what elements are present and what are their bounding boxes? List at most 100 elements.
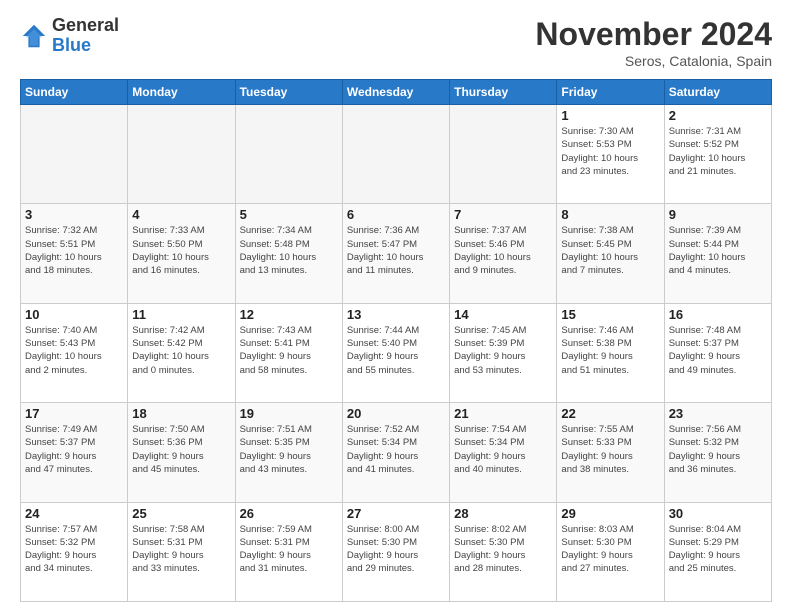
day-info: Sunrise: 7:49 AM Sunset: 5:37 PM Dayligh…: [25, 423, 123, 476]
calendar-day-cell: 2 Sunrise: 7:31 AM Sunset: 5:52 PM Daylig…: [664, 105, 771, 204]
logo-icon: [20, 22, 48, 50]
day-info: Sunrise: 7:52 AM Sunset: 5:34 PM Dayligh…: [347, 423, 445, 476]
calendar-day-cell: 6 Sunrise: 7:36 AM Sunset: 5:47 PM Daylig…: [342, 204, 449, 303]
day-info: Sunrise: 7:57 AM Sunset: 5:32 PM Dayligh…: [25, 523, 123, 576]
day-info: Sunrise: 7:56 AM Sunset: 5:32 PM Dayligh…: [669, 423, 767, 476]
calendar-day-cell: [235, 105, 342, 204]
calendar-day-cell: [21, 105, 128, 204]
calendar-day-cell: 9 Sunrise: 7:39 AM Sunset: 5:44 PM Daylig…: [664, 204, 771, 303]
day-info: Sunrise: 7:40 AM Sunset: 5:43 PM Dayligh…: [25, 324, 123, 377]
calendar-day-cell: 1Sunrise: 7:30 AM Sunset: 5:53 PM Daylig…: [557, 105, 664, 204]
calendar-day-cell: 29 Sunrise: 8:03 AM Sunset: 5:30 PM Dayli…: [557, 502, 664, 601]
day-number: 22: [561, 406, 659, 421]
weekday-header-cell: Saturday: [664, 80, 771, 105]
day-info: Sunrise: 8:00 AM Sunset: 5:30 PM Dayligh…: [347, 523, 445, 576]
day-number: 7: [454, 207, 552, 222]
day-number: 17: [25, 406, 123, 421]
calendar-week-row: 24 Sunrise: 7:57 AM Sunset: 5:32 PM Dayli…: [21, 502, 772, 601]
day-number: 24: [25, 506, 123, 521]
calendar-week-row: 10 Sunrise: 7:40 AM Sunset: 5:43 PM Dayli…: [21, 303, 772, 402]
day-info: Sunrise: 7:48 AM Sunset: 5:37 PM Dayligh…: [669, 324, 767, 377]
day-info: Sunrise: 7:39 AM Sunset: 5:44 PM Dayligh…: [669, 224, 767, 277]
day-number: 21: [454, 406, 552, 421]
day-number: 4: [132, 207, 230, 222]
calendar-day-cell: 25Sunrise: 7:58 AM Sunset: 5:31 PM Dayli…: [128, 502, 235, 601]
calendar-day-cell: [128, 105, 235, 204]
day-number: 6: [347, 207, 445, 222]
day-number: 15: [561, 307, 659, 322]
calendar-day-cell: 21 Sunrise: 7:54 AM Sunset: 5:34 PM Dayli…: [450, 403, 557, 502]
day-number: 23: [669, 406, 767, 421]
day-number: 5: [240, 207, 338, 222]
day-info: Sunrise: 7:55 AM Sunset: 5:33 PM Dayligh…: [561, 423, 659, 476]
weekday-header-cell: Wednesday: [342, 80, 449, 105]
logo: General Blue: [20, 16, 119, 56]
day-number: 14: [454, 307, 552, 322]
header: General Blue November 2024 Seros, Catalo…: [20, 16, 772, 69]
day-number: 20: [347, 406, 445, 421]
weekday-header-cell: Monday: [128, 80, 235, 105]
day-number: 18: [132, 406, 230, 421]
calendar-day-cell: 18Sunrise: 7:50 AM Sunset: 5:36 PM Dayli…: [128, 403, 235, 502]
day-info: Sunrise: 7:31 AM Sunset: 5:52 PM Dayligh…: [669, 125, 767, 178]
day-info: Sunrise: 7:46 AM Sunset: 5:38 PM Dayligh…: [561, 324, 659, 377]
month-title: November 2024: [535, 16, 772, 53]
day-number: 27: [347, 506, 445, 521]
day-info: Sunrise: 7:45 AM Sunset: 5:39 PM Dayligh…: [454, 324, 552, 377]
day-info: Sunrise: 7:30 AM Sunset: 5:53 PM Dayligh…: [561, 125, 659, 178]
day-number: 26: [240, 506, 338, 521]
calendar-day-cell: 17 Sunrise: 7:49 AM Sunset: 5:37 PM Dayli…: [21, 403, 128, 502]
day-number: 28: [454, 506, 552, 521]
weekday-header-cell: Tuesday: [235, 80, 342, 105]
weekday-header-cell: Thursday: [450, 80, 557, 105]
day-info: Sunrise: 7:36 AM Sunset: 5:47 PM Dayligh…: [347, 224, 445, 277]
calendar-day-cell: 7 Sunrise: 7:37 AM Sunset: 5:46 PM Daylig…: [450, 204, 557, 303]
day-info: Sunrise: 7:42 AM Sunset: 5:42 PM Dayligh…: [132, 324, 230, 377]
calendar-day-cell: 19Sunrise: 7:51 AM Sunset: 5:35 PM Dayli…: [235, 403, 342, 502]
day-number: 10: [25, 307, 123, 322]
calendar-day-cell: 23 Sunrise: 7:56 AM Sunset: 5:32 PM Dayli…: [664, 403, 771, 502]
calendar-day-cell: [450, 105, 557, 204]
calendar-day-cell: 3Sunrise: 7:32 AM Sunset: 5:51 PM Daylig…: [21, 204, 128, 303]
calendar-table: SundayMondayTuesdayWednesdayThursdayFrid…: [20, 79, 772, 602]
page: General Blue November 2024 Seros, Catalo…: [0, 0, 792, 612]
calendar-week-row: 3Sunrise: 7:32 AM Sunset: 5:51 PM Daylig…: [21, 204, 772, 303]
calendar-day-cell: 28Sunrise: 8:02 AM Sunset: 5:30 PM Dayli…: [450, 502, 557, 601]
calendar-day-cell: 24 Sunrise: 7:57 AM Sunset: 5:32 PM Dayli…: [21, 502, 128, 601]
day-number: 2: [669, 108, 767, 123]
calendar-day-cell: 11Sunrise: 7:42 AM Sunset: 5:42 PM Dayli…: [128, 303, 235, 402]
day-number: 29: [561, 506, 659, 521]
weekday-header-cell: Sunday: [21, 80, 128, 105]
calendar-day-cell: 4 Sunrise: 7:33 AM Sunset: 5:50 PM Daylig…: [128, 204, 235, 303]
calendar-day-cell: 26 Sunrise: 7:59 AM Sunset: 5:31 PM Dayli…: [235, 502, 342, 601]
day-number: 8: [561, 207, 659, 222]
day-info: Sunrise: 7:44 AM Sunset: 5:40 PM Dayligh…: [347, 324, 445, 377]
day-number: 12: [240, 307, 338, 322]
calendar-week-row: 1Sunrise: 7:30 AM Sunset: 5:53 PM Daylig…: [21, 105, 772, 204]
calendar-day-cell: 14 Sunrise: 7:45 AM Sunset: 5:39 PM Dayli…: [450, 303, 557, 402]
day-number: 25: [132, 506, 230, 521]
weekday-header-row: SundayMondayTuesdayWednesdayThursdayFrid…: [21, 80, 772, 105]
calendar-day-cell: 12Sunrise: 7:43 AM Sunset: 5:41 PM Dayli…: [235, 303, 342, 402]
calendar-day-cell: 13 Sunrise: 7:44 AM Sunset: 5:40 PM Dayli…: [342, 303, 449, 402]
calendar-day-cell: 15 Sunrise: 7:46 AM Sunset: 5:38 PM Dayli…: [557, 303, 664, 402]
day-info: Sunrise: 7:37 AM Sunset: 5:46 PM Dayligh…: [454, 224, 552, 277]
day-info: Sunrise: 7:32 AM Sunset: 5:51 PM Dayligh…: [25, 224, 123, 277]
day-info: Sunrise: 7:54 AM Sunset: 5:34 PM Dayligh…: [454, 423, 552, 476]
calendar-week-row: 17 Sunrise: 7:49 AM Sunset: 5:37 PM Dayli…: [21, 403, 772, 502]
day-info: Sunrise: 8:03 AM Sunset: 5:30 PM Dayligh…: [561, 523, 659, 576]
logo-general: General: [52, 16, 119, 36]
day-info: Sunrise: 7:38 AM Sunset: 5:45 PM Dayligh…: [561, 224, 659, 277]
day-info: Sunrise: 7:33 AM Sunset: 5:50 PM Dayligh…: [132, 224, 230, 277]
day-number: 9: [669, 207, 767, 222]
calendar-day-cell: 10 Sunrise: 7:40 AM Sunset: 5:43 PM Dayli…: [21, 303, 128, 402]
day-info: Sunrise: 8:04 AM Sunset: 5:29 PM Dayligh…: [669, 523, 767, 576]
day-number: 30: [669, 506, 767, 521]
calendar-day-cell: 5Sunrise: 7:34 AM Sunset: 5:48 PM Daylig…: [235, 204, 342, 303]
day-number: 13: [347, 307, 445, 322]
calendar-day-cell: 8 Sunrise: 7:38 AM Sunset: 5:45 PM Daylig…: [557, 204, 664, 303]
calendar-body: 1Sunrise: 7:30 AM Sunset: 5:53 PM Daylig…: [21, 105, 772, 602]
title-block: November 2024 Seros, Catalonia, Spain: [535, 16, 772, 69]
calendar-day-cell: 30 Sunrise: 8:04 AM Sunset: 5:29 PM Dayli…: [664, 502, 771, 601]
day-info: Sunrise: 7:59 AM Sunset: 5:31 PM Dayligh…: [240, 523, 338, 576]
